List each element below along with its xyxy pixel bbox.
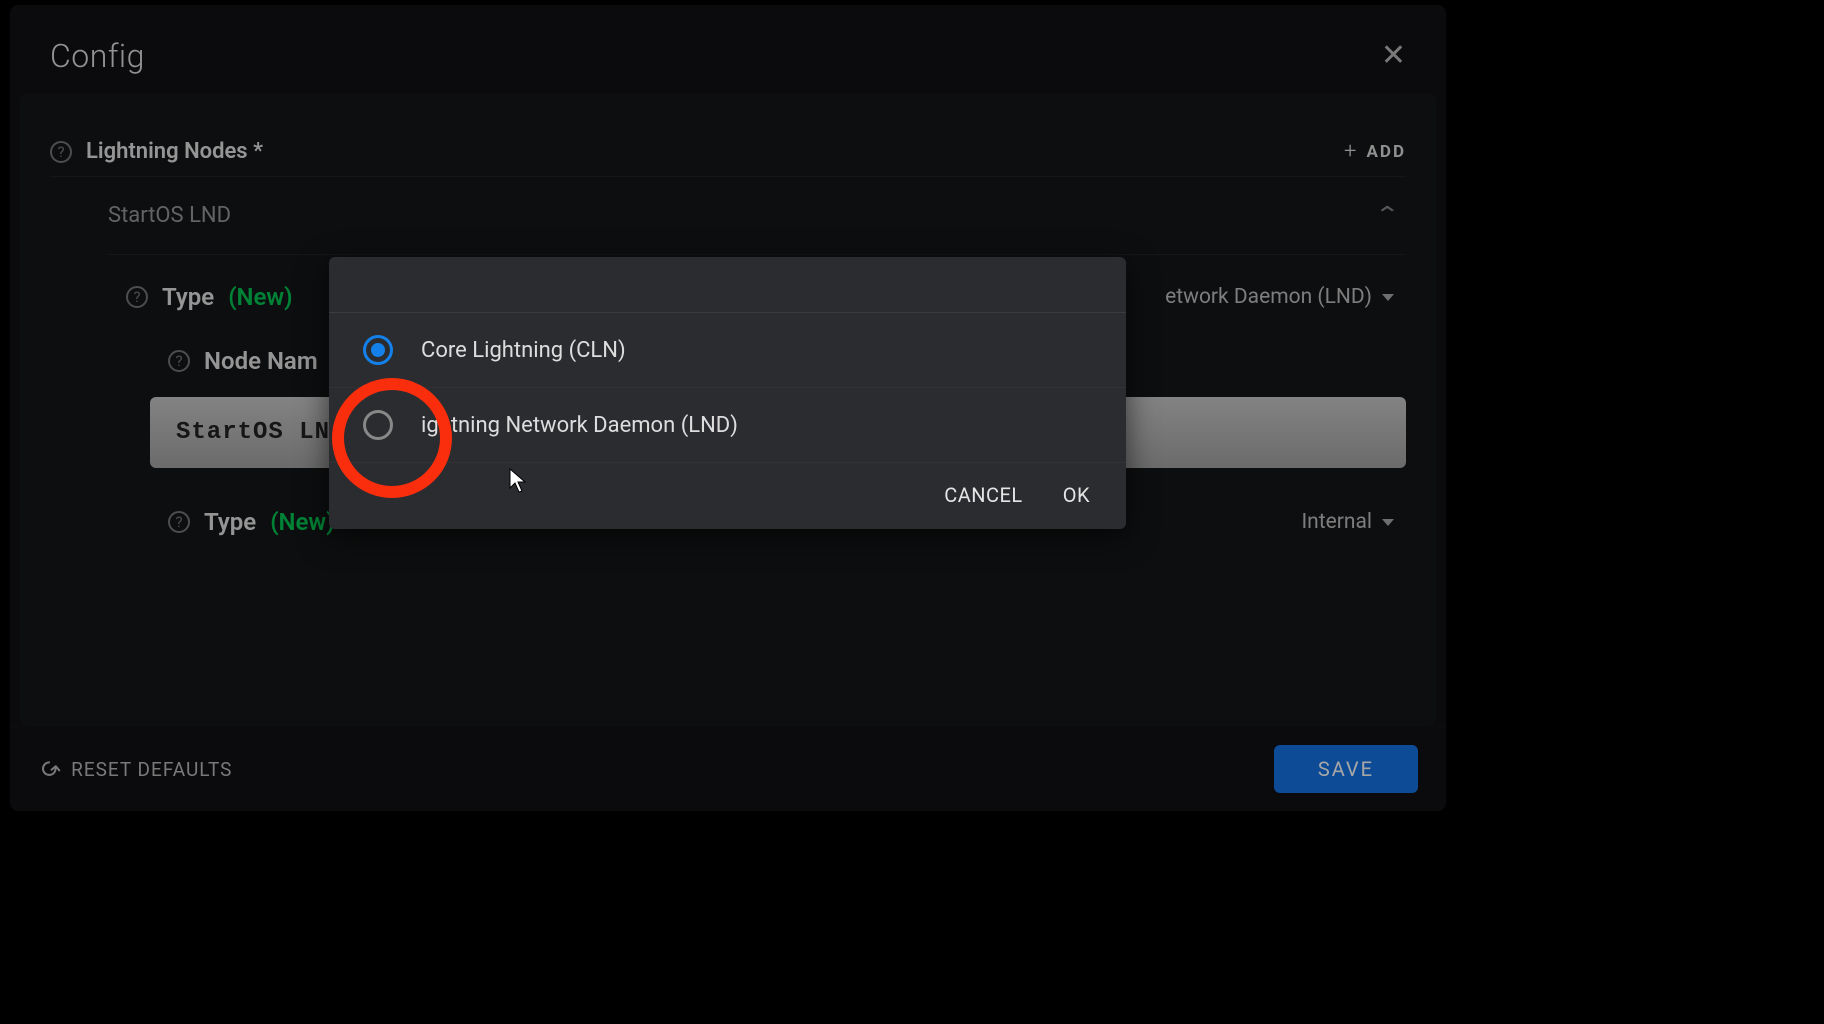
new-tag: (New) xyxy=(270,508,334,536)
plus-icon: + xyxy=(1344,139,1358,164)
radio-label: ightning Network Daemon (LND) xyxy=(421,413,738,438)
add-label: ADD xyxy=(1366,142,1406,162)
panel-footer: ↻ RESET DEFAULTS SAVE xyxy=(10,726,1446,811)
node-name: StartOS LND xyxy=(108,203,231,228)
lightning-nodes-section: ? Lightning Nodes * + ADD xyxy=(50,125,1406,177)
sub-type-dropdown[interactable]: Internal xyxy=(1301,510,1394,534)
section-title: Lightning Nodes * xyxy=(86,139,263,164)
radio-label: Core Lightning (CLN) xyxy=(421,338,626,363)
chevron-up-icon: ⌃ xyxy=(1374,203,1400,228)
caret-down-icon xyxy=(1382,294,1394,301)
type-value: etwork Daemon (LND) xyxy=(1165,285,1372,309)
cancel-button[interactable]: CANCEL xyxy=(944,483,1023,507)
help-icon[interactable]: ? xyxy=(50,141,72,163)
type-select-popup: Core Lightning (CLN) ightning Network Da… xyxy=(329,257,1126,529)
save-label: SAVE xyxy=(1318,757,1374,781)
reload-icon: ↻ xyxy=(31,752,66,786)
help-icon[interactable]: ? xyxy=(126,286,148,308)
radio-option-cln[interactable]: Core Lightning (CLN) xyxy=(329,313,1126,388)
help-icon[interactable]: ? xyxy=(168,350,190,372)
help-icon[interactable]: ? xyxy=(168,511,190,533)
new-tag: (New) xyxy=(228,283,292,311)
caret-down-icon xyxy=(1382,519,1394,526)
node-name-label: Node Nam xyxy=(204,347,318,375)
add-button[interactable]: + ADD xyxy=(1344,139,1406,164)
type-label: Type xyxy=(162,283,214,311)
radio-option-lnd[interactable]: ightning Network Daemon (LND) xyxy=(329,388,1126,463)
sub-type-label: Type xyxy=(204,508,256,536)
radio-unselected-icon xyxy=(363,410,393,440)
reset-label: RESET DEFAULTS xyxy=(71,758,232,781)
popup-actions: CANCEL OK xyxy=(329,463,1126,529)
radio-selected-icon xyxy=(363,335,393,365)
page-title: Config xyxy=(50,37,145,75)
ok-button[interactable]: OK xyxy=(1063,483,1090,507)
node-name-value: StartOS LND xyxy=(176,419,345,446)
save-button[interactable]: SAVE xyxy=(1274,745,1418,793)
type-dropdown[interactable]: etwork Daemon (LND) xyxy=(1165,285,1394,309)
reset-button[interactable]: ↻ RESET DEFAULTS xyxy=(38,755,232,783)
popup-header xyxy=(329,257,1126,313)
sub-type-value: Internal xyxy=(1301,510,1372,534)
close-icon[interactable]: ✕ xyxy=(1381,41,1406,71)
node-header[interactable]: StartOS LND ⌃ xyxy=(108,177,1406,255)
panel-header: Config ✕ xyxy=(10,5,1446,93)
